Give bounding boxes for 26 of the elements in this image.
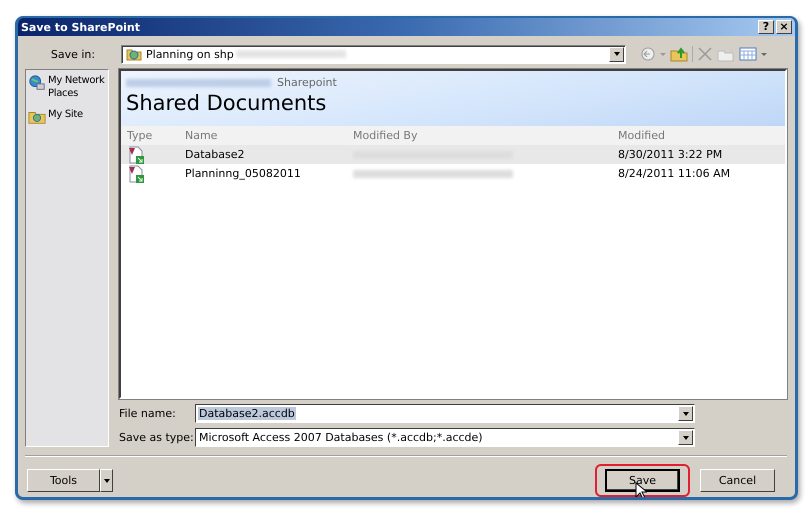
file-name: Database2 — [185, 148, 246, 161]
file-row[interactable]: Planninng_05082011 8/24/2011 11:06 AM — [121, 164, 785, 183]
file-name: Planninng_05082011 — [185, 167, 302, 180]
dialog-button[interactable]: Cancel — [700, 469, 775, 492]
modified-date: 8/30/2011 3:22 PM — [618, 148, 724, 161]
modified-date: 8/24/2011 11:06 AM — [618, 167, 732, 180]
column-header[interactable]: Type — [121, 129, 185, 142]
column-header[interactable]: Name — [185, 129, 353, 142]
tools-button[interactable]: Tools — [27, 469, 100, 492]
save-in-label: Save in: — [50, 48, 96, 60]
column-header[interactable]: Modified By — [353, 129, 618, 142]
save-as-type-dropdown[interactable]: Microsoft Access 2007 Databases (*.accdb;*.accde) — [195, 428, 695, 447]
save-as-type-label: Save as type: — [119, 431, 195, 444]
site-name: Sharepoint — [277, 76, 337, 89]
file-row[interactable]: Database2 8/30/2011 3:22 PM — [121, 145, 785, 164]
title-bar-button[interactable]: × — [776, 20, 792, 34]
file-name-label: File name: — [119, 407, 177, 420]
window-title: Save to SharePoint — [21, 20, 140, 34]
places-item[interactable]: My Network Places — [26, 74, 108, 100]
file-name-field[interactable]: Database2.accdb — [195, 404, 695, 423]
save-in-dropdown[interactable]: Planning on shp — [121, 44, 626, 64]
dialog-button[interactable]: Save — [605, 469, 680, 492]
column-header[interactable]: Modified — [618, 129, 785, 142]
places-item[interactable]: My Site — [26, 108, 108, 126]
library-title: Shared Documents — [126, 90, 326, 117]
title-bar-button[interactable]: ? — [758, 20, 774, 34]
